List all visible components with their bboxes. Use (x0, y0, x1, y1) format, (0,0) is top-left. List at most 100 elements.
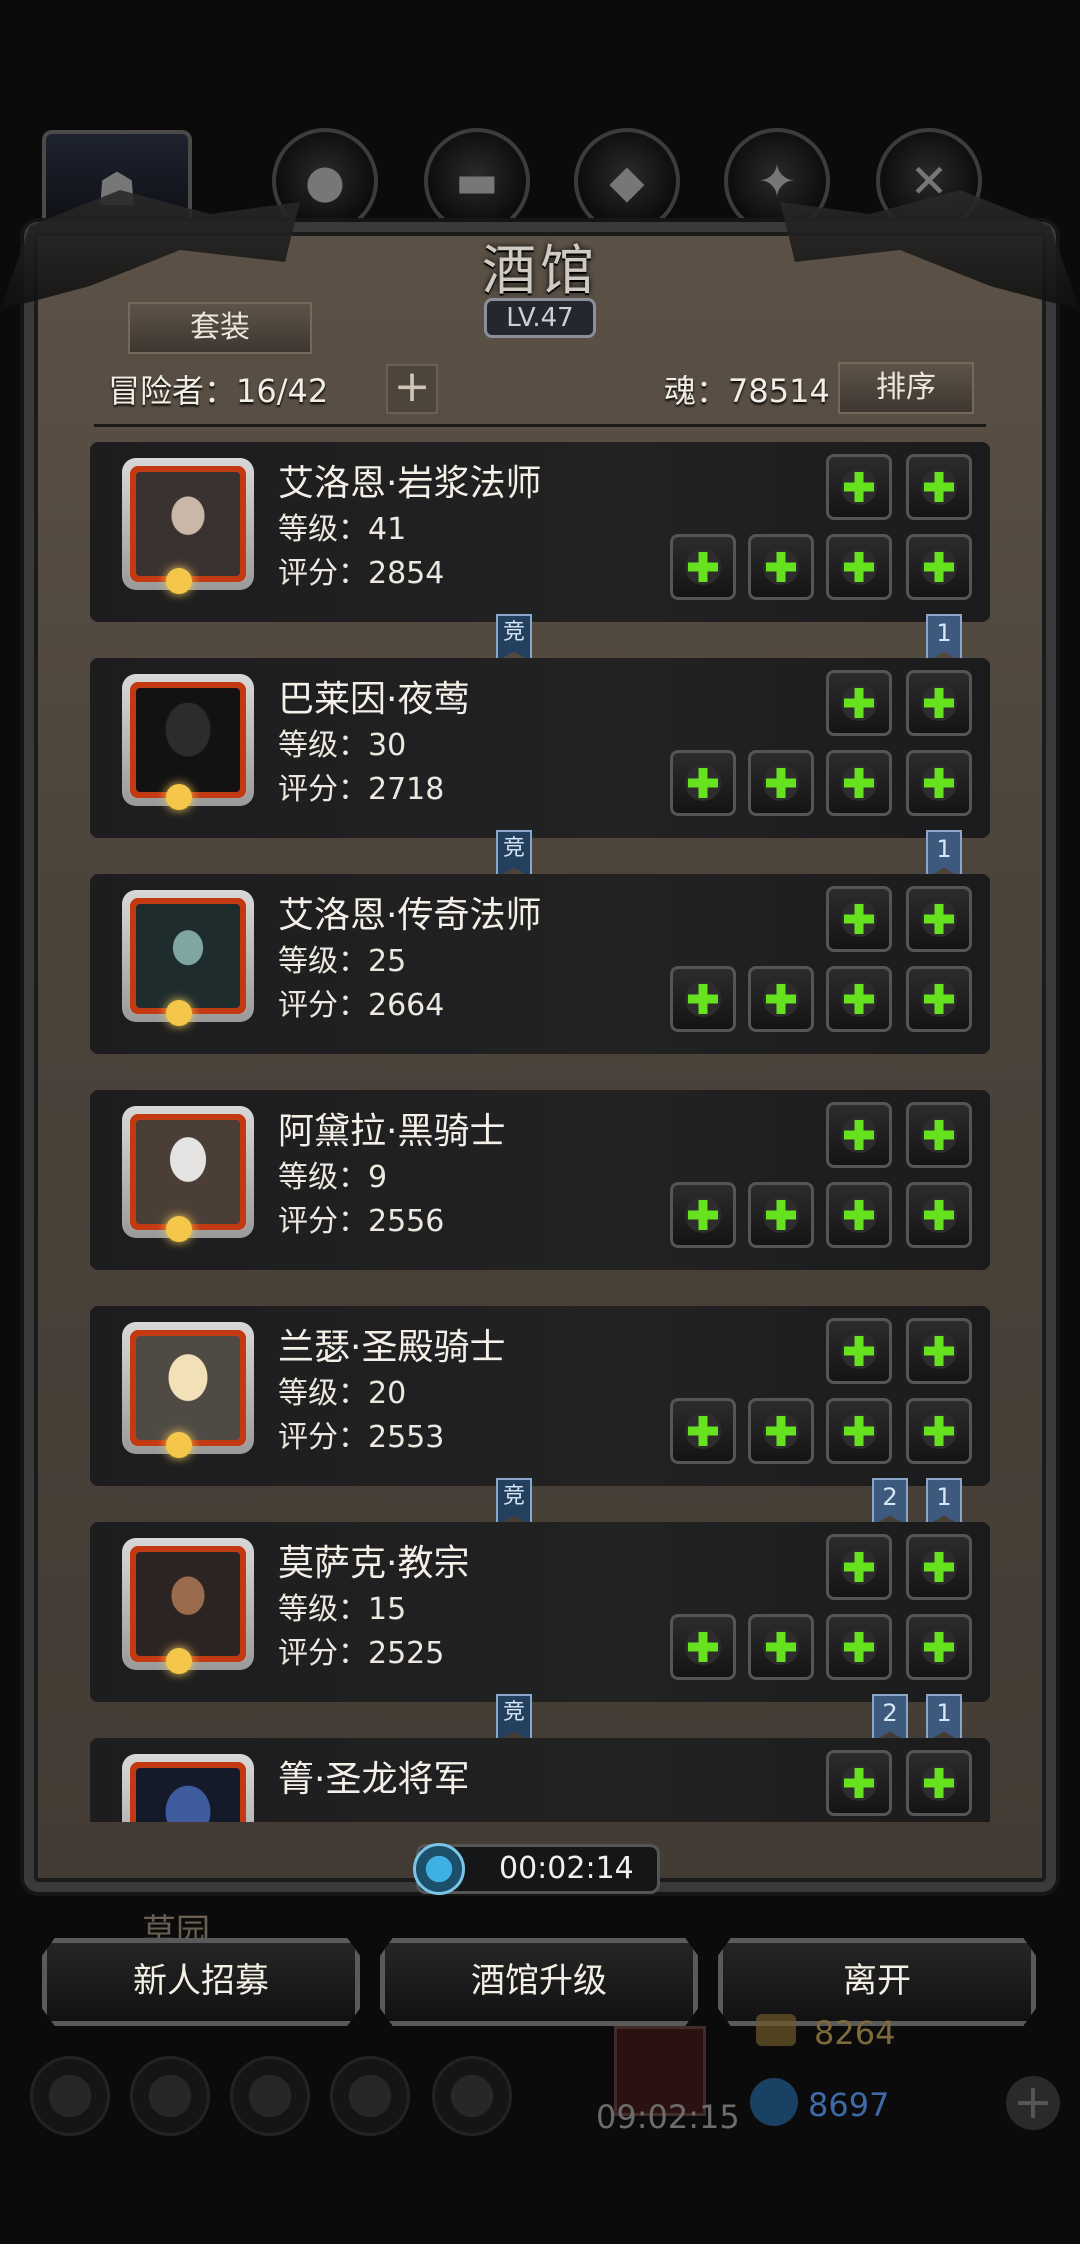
equip-slot-ring[interactable] (826, 1614, 892, 1680)
equip-slot-armor[interactable] (826, 454, 892, 520)
equip-slot-armor[interactable] (906, 670, 972, 736)
timer-bar: 00:02:14 (413, 1843, 660, 1895)
emblem-icon[interactable] (130, 2056, 210, 2136)
set-button[interactable]: 套装 (128, 302, 312, 354)
add-icon (841, 981, 877, 1017)
equip-slot-ring[interactable] (826, 1398, 892, 1464)
hero-portrait[interactable] (122, 458, 254, 590)
recruit-button[interactable]: 新人招募 (42, 1938, 360, 2026)
add-icon (921, 685, 957, 721)
add-icon (841, 901, 877, 937)
hero-level: 等级：25 (278, 944, 407, 979)
game-clock: 09:02:15 (596, 2098, 740, 2136)
equip-slot-armor[interactable] (906, 1534, 972, 1600)
timer-text: 00:02:14 (499, 1851, 634, 1886)
compete-ribbon: 竞 (496, 1694, 532, 1742)
equip-slot-armor[interactable] (826, 1318, 892, 1384)
equip-slot-armor[interactable] (826, 1102, 892, 1168)
hero-card[interactable]: 兰瑟·圣殿骑士 等级：20 评分：2553 (90, 1306, 990, 1486)
gold-icon (756, 2014, 796, 2046)
hero-portrait[interactable] (122, 890, 254, 1022)
general-portrait-icon (136, 1768, 240, 1822)
equip-slot-armor[interactable] (906, 886, 972, 952)
equip-slot-ring[interactable] (826, 1182, 892, 1248)
hero-name: 阿黛拉·黑骑士 (278, 1111, 506, 1152)
add-icon (921, 1765, 957, 1801)
add-icon (921, 901, 957, 937)
equip-slot-ring[interactable] (906, 1398, 972, 1464)
add-icon (921, 1549, 957, 1585)
equip-slot-weapon[interactable] (670, 1614, 736, 1680)
moon-icon (166, 784, 192, 810)
equip-slot-ring[interactable] (826, 750, 892, 816)
hero-portrait[interactable] (122, 1754, 254, 1822)
equip-slot-armor[interactable] (906, 1318, 972, 1384)
team-ribbon: 2 (872, 1478, 908, 1526)
hero-name: 巴莱因·夜莺 (278, 679, 470, 720)
hero-level: 等级：20 (278, 1376, 407, 1411)
add-icon (921, 1333, 957, 1369)
hero-level: 等级：15 (278, 1592, 407, 1627)
equip-slot-offhand[interactable] (748, 1182, 814, 1248)
expand-slots-button[interactable]: + (386, 364, 438, 414)
add-icon (921, 981, 957, 1017)
hero-portrait[interactable] (122, 1106, 254, 1238)
equip-slot-offhand[interactable] (748, 966, 814, 1032)
hero-card[interactable]: 莫萨克·教宗 等级：15 评分：2525 (90, 1522, 990, 1702)
equip-slot-weapon[interactable] (670, 966, 736, 1032)
equip-slot-ring[interactable] (906, 534, 972, 600)
upgrade-tavern-button[interactable]: 酒馆升级 (380, 1938, 698, 2026)
add-icon (921, 549, 957, 585)
hero-card[interactable]: 艾洛恩·传奇法师 等级：25 评分：2664 (90, 874, 990, 1054)
add-currency-icon[interactable]: + (1006, 2076, 1060, 2130)
hero-list[interactable]: 艾洛恩·岩浆法师 等级：41 评分：2854 竞 1 巴莱因·夜莺 等级：30 … (84, 440, 996, 1822)
guild-icon[interactable] (230, 2056, 310, 2136)
hero-name: 兰瑟·圣殿骑士 (278, 1327, 506, 1368)
equip-slot-ring[interactable] (906, 1182, 972, 1248)
handshake-icon[interactable] (432, 2056, 512, 2136)
equip-slot-ring[interactable] (906, 1614, 972, 1680)
tab-armor[interactable]: ◆ (574, 128, 680, 234)
equip-slot-armor[interactable] (906, 454, 972, 520)
leave-button[interactable]: 离开 (718, 1938, 1036, 2026)
equip-slot-ring[interactable] (826, 966, 892, 1032)
sort-button[interactable]: 排序 (838, 362, 974, 414)
equip-slot-ring[interactable] (906, 750, 972, 816)
equip-slot-armor[interactable] (826, 1534, 892, 1600)
equip-slot-offhand[interactable] (748, 750, 814, 816)
equip-slot-ring[interactable] (826, 534, 892, 600)
settings-icon[interactable] (30, 2056, 110, 2136)
equip-slot-armor[interactable] (826, 886, 892, 952)
paladin-portrait-icon (136, 1336, 240, 1440)
hero-portrait[interactable] (122, 1538, 254, 1670)
equip-slot-ring[interactable] (906, 966, 972, 1032)
add-icon (841, 765, 877, 801)
hero-portrait[interactable] (122, 1322, 254, 1454)
equip-slot-armor[interactable] (906, 1750, 972, 1816)
compete-ribbon: 竞 (496, 830, 532, 878)
hero-card[interactable]: 阿黛拉·黑骑士 等级：9 评分：2556 (90, 1090, 990, 1270)
hero-portrait[interactable] (122, 674, 254, 806)
gem-amount: 8697 (808, 2086, 890, 2124)
hero-level: 等级：9 (278, 1160, 388, 1195)
equip-slot-armor[interactable] (906, 1102, 972, 1168)
adventurer-count: 冒险者：16/42 (108, 372, 329, 410)
equip-slot-weapon[interactable] (670, 1182, 736, 1248)
equip-slot-armor[interactable] (826, 670, 892, 736)
equip-slot-offhand[interactable] (748, 1398, 814, 1464)
equip-slot-armor[interactable] (826, 1750, 892, 1816)
equip-slot-weapon[interactable] (670, 750, 736, 816)
equip-slot-weapon[interactable] (670, 534, 736, 600)
header-divider (94, 424, 986, 427)
moon-icon (166, 1000, 192, 1026)
hero-card[interactable]: 艾洛恩·岩浆法师 等级：41 评分：2854 (90, 442, 990, 622)
mail-icon[interactable] (330, 2056, 410, 2136)
hero-score: 评分：2556 (278, 1204, 445, 1239)
equip-slot-offhand[interactable] (748, 1614, 814, 1680)
hero-card[interactable]: 巴莱因·夜莺 等级：30 评分：2718 (90, 658, 990, 838)
hero-card[interactable]: 箐·圣龙将军 (90, 1738, 990, 1822)
tab-scroll[interactable]: ▬ (424, 128, 530, 234)
soul-count: 魂：78514 (664, 372, 830, 410)
equip-slot-weapon[interactable] (670, 1398, 736, 1464)
equip-slot-offhand[interactable] (748, 534, 814, 600)
